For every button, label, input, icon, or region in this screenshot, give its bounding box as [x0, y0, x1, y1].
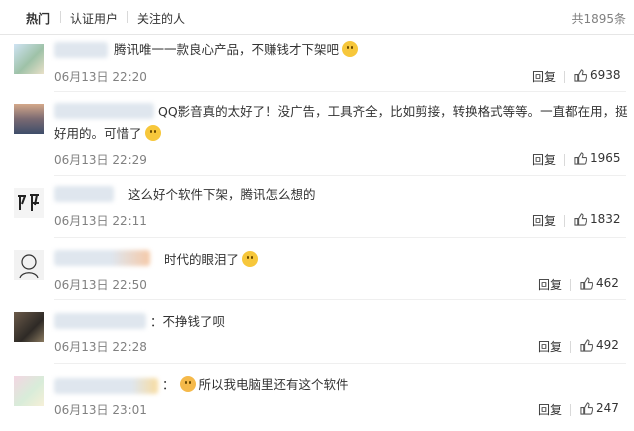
- avatar-sketch-image: [19, 254, 39, 279]
- comment-text: 这么好个软件下架，腾讯怎么想的: [128, 185, 316, 205]
- like-button[interactable]: 462: [580, 276, 619, 290]
- comment-item: 时代的眼泪了 06月13日 22:50 回复 462: [0, 238, 634, 300]
- action-divider: [564, 71, 565, 83]
- comment-text: ：不挣钱了呗: [150, 312, 225, 332]
- thumbs-up-icon: [580, 276, 593, 290]
- avatar[interactable]: [14, 44, 44, 74]
- comment-text: 时代的眼泪了: [164, 250, 259, 270]
- avatar[interactable]: [14, 312, 44, 342]
- reply-button[interactable]: 回复: [538, 401, 562, 418]
- reply-button[interactable]: 回复: [538, 338, 562, 355]
- thumbs-up-icon: [580, 338, 593, 352]
- username-blurred[interactable]: [54, 250, 150, 266]
- thumbs-up-icon: [580, 401, 593, 415]
- reply-button[interactable]: 回复: [532, 68, 556, 85]
- action-divider: [564, 215, 565, 227]
- action-divider: [570, 404, 571, 416]
- tab-hot[interactable]: 热门: [26, 10, 50, 27]
- crying-emoji-icon: [144, 125, 161, 141]
- reply-button[interactable]: 回复: [538, 276, 562, 293]
- like-button[interactable]: 247: [580, 401, 619, 415]
- comment-total-count: 共1895条: [571, 12, 626, 26]
- action-divider: [570, 279, 571, 291]
- comment-body: QQ影音真的太好了！没广告，工具齐全，比如剪接，转换格式等等。一直都在用，挺: [158, 104, 628, 119]
- thumbs-up-icon: [574, 68, 587, 82]
- avatar[interactable]: [14, 376, 44, 406]
- comment-body: 好用的。可惜了: [54, 126, 142, 141]
- reply-button[interactable]: 回复: [532, 212, 556, 229]
- like-count: 462: [596, 276, 619, 290]
- comment-time: 06月13日 22:29: [54, 153, 147, 167]
- comment-body: ：: [162, 377, 175, 392]
- action-divider: [570, 341, 571, 353]
- comment-time: 06月13日 23:01: [54, 403, 147, 417]
- comment-body: 所以我电脑里还有这个软件: [198, 377, 349, 392]
- like-button[interactable]: 1965: [574, 151, 621, 165]
- comment-text: QQ影音真的太好了！没广告，工具齐全，比如剪接，转换格式等等。一直都在用，挺: [158, 102, 628, 122]
- avatar[interactable]: [14, 104, 44, 134]
- like-button[interactable]: 6938: [574, 68, 621, 82]
- comment-time: 06月13日 22:50: [54, 278, 147, 292]
- like-button[interactable]: 1832: [574, 212, 621, 226]
- comment-text-continued: 好用的。可惜了: [54, 124, 161, 144]
- username-blurred[interactable]: [54, 42, 108, 58]
- thumbs-up-icon: [574, 212, 587, 226]
- action-divider: [564, 154, 565, 166]
- comment-body: 腾讯唯一一款良心产品，不赚钱才下架吧: [114, 42, 340, 57]
- comment-filter-tabs: 热门 认证用户 关注的人 共1895条: [0, 0, 634, 35]
- comment-body: 这么好个软件下架，腾讯怎么想的: [128, 187, 316, 202]
- reply-button[interactable]: 回复: [532, 151, 556, 168]
- comment-item: QQ影音真的太好了！没广告，工具齐全，比如剪接，转换格式等等。一直都在用，挺 好…: [0, 92, 634, 176]
- comment-item: 这么好个软件下架，腾讯怎么想的 06月13日 22:11 回复 1832: [0, 176, 634, 238]
- avatar[interactable]: [14, 250, 44, 280]
- like-button[interactable]: 492: [580, 338, 619, 352]
- tab-following[interactable]: 关注的人: [137, 10, 185, 27]
- comment-item: ： 所以我电脑里还有这个软件 06月13日 23:01 回复 247: [0, 364, 634, 431]
- like-count: 6938: [590, 68, 621, 82]
- comment-item: 腾讯唯一一款良心产品，不赚钱才下架吧 06月13日 22:20 回复 6938: [0, 34, 634, 92]
- avatar[interactable]: [14, 188, 44, 218]
- comment-body: 时代的眼泪了: [164, 252, 240, 267]
- like-count: 247: [596, 401, 619, 415]
- tab-divider: [60, 11, 61, 23]
- username-blurred[interactable]: [54, 103, 154, 119]
- thumbs-up-icon: [574, 151, 587, 165]
- comment-time: 06月13日 22:28: [54, 340, 147, 354]
- comment-text: ： 所以我电脑里还有这个软件: [162, 375, 349, 395]
- comment-body: ：不挣钱了呗: [150, 314, 226, 329]
- username-blurred[interactable]: [54, 186, 114, 202]
- avatar-calligraphy-image: [18, 194, 39, 211]
- username-blurred[interactable]: [54, 378, 158, 394]
- tear-emoji-icon: [242, 251, 259, 267]
- like-count: 1832: [590, 212, 621, 226]
- tab-divider: [127, 11, 128, 23]
- comment-time: 06月13日 22:11: [54, 214, 147, 228]
- like-count: 1965: [590, 151, 621, 165]
- comment-item: ：不挣钱了呗 06月13日 22:28 回复 492: [0, 300, 634, 364]
- tab-verified-users[interactable]: 认证用户: [70, 10, 118, 27]
- comment-time: 06月13日 22:20: [54, 70, 147, 84]
- comment-text: 腾讯唯一一款良心产品，不赚钱才下架吧: [114, 40, 359, 60]
- doge-emoji-icon: [179, 376, 196, 392]
- username-blurred[interactable]: [54, 313, 146, 329]
- like-count: 492: [596, 338, 619, 352]
- smile-emoji-icon: [342, 41, 359, 57]
